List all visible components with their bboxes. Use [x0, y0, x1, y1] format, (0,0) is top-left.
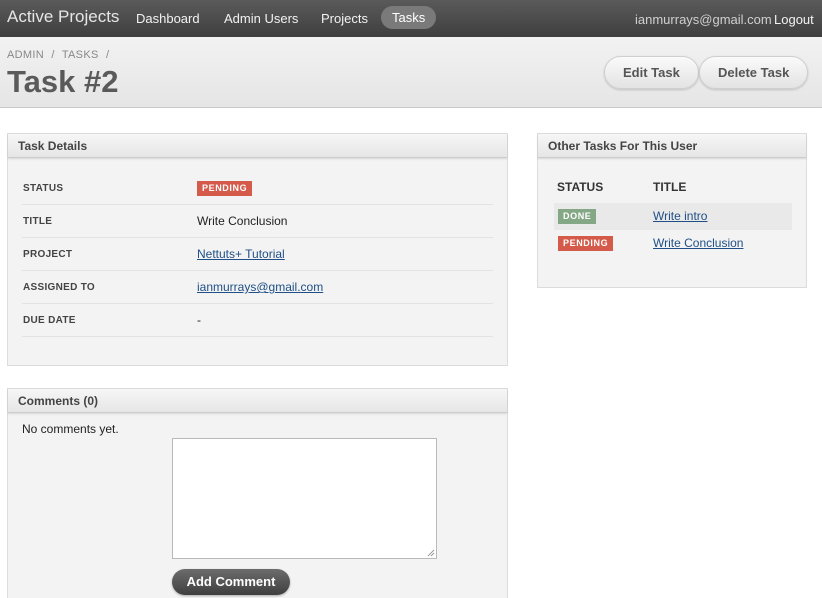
- column-header-status: STATUS: [557, 180, 604, 194]
- project-link[interactable]: Nettuts+ Tutorial: [197, 247, 285, 261]
- detail-label: ASSIGNED TO: [23, 282, 96, 293]
- detail-label: STATUS: [23, 183, 64, 194]
- column-header-title: TITLE: [653, 180, 687, 194]
- panel-header: Comments (0): [8, 389, 507, 413]
- brand-logo[interactable]: Active Projects: [7, 7, 119, 27]
- detail-row-status: STATUS PENDING: [22, 172, 493, 205]
- breadcrumb: ADMIN / TASKS /: [7, 49, 113, 61]
- detail-label: DUE DATE: [23, 315, 76, 326]
- nav-item-projects[interactable]: Projects: [321, 11, 368, 26]
- other-tasks-panel: Other Tasks For This User STATUS TITLE D…: [537, 133, 807, 288]
- logout-link[interactable]: Logout: [774, 12, 814, 27]
- breadcrumb-separator: /: [51, 49, 55, 61]
- status-badge: PENDING: [558, 236, 614, 251]
- detail-row-due-date: DUE DATE -: [22, 304, 493, 337]
- user-email[interactable]: ianmurrays@gmail.com: [635, 12, 772, 27]
- detail-value: -: [197, 313, 201, 327]
- detail-row-project: PROJECT Nettuts+ Tutorial: [22, 238, 493, 271]
- edit-task-button[interactable]: Edit Task: [604, 56, 699, 89]
- nav-item-tasks[interactable]: Tasks: [381, 6, 437, 29]
- no-comments-text: No comments yet.: [22, 422, 119, 436]
- panel-header: Other Tasks For This User: [538, 134, 806, 158]
- assignee-link[interactable]: ianmurrays@gmail.com: [197, 280, 323, 294]
- detail-row-assigned-to: ASSIGNED TO ianmurrays@gmail.com: [22, 271, 493, 304]
- detail-label: PROJECT: [23, 249, 73, 260]
- comment-textarea[interactable]: [172, 438, 437, 559]
- title-bar: ADMIN / TASKS / Task #2 Edit Task Delete…: [0, 37, 822, 108]
- page-title: Task #2: [7, 64, 119, 99]
- nav-item-admin-users[interactable]: Admin Users: [224, 11, 298, 26]
- delete-task-button[interactable]: Delete Task: [699, 56, 809, 89]
- task-link[interactable]: Write Conclusion: [653, 236, 743, 250]
- top-navbar: Active Projects Dashboard Admin Users Pr…: [0, 0, 822, 37]
- detail-value: Write Conclusion: [197, 214, 288, 228]
- status-badge: DONE: [558, 209, 597, 224]
- resize-handle-icon[interactable]: [427, 549, 435, 557]
- detail-label: TITLE: [23, 216, 53, 227]
- task-link[interactable]: Write intro: [653, 209, 707, 223]
- task-details-panel: Task Details STATUS PENDING TITLE Write …: [7, 133, 508, 366]
- breadcrumb-separator: /: [105, 49, 110, 61]
- panel-header: Task Details: [8, 134, 507, 158]
- nav-item-dashboard[interactable]: Dashboard: [136, 11, 200, 26]
- table-row: PENDING Write Conclusion: [554, 230, 792, 257]
- breadcrumb-tasks[interactable]: TASKS: [62, 49, 99, 61]
- detail-value: PENDING: [197, 180, 253, 196]
- table-row: DONE Write intro: [554, 203, 792, 230]
- add-comment-button[interactable]: Add Comment: [172, 569, 290, 595]
- detail-row-title: TITLE Write Conclusion: [22, 205, 493, 238]
- breadcrumb-admin[interactable]: ADMIN: [7, 49, 44, 61]
- status-badge: PENDING: [197, 181, 253, 196]
